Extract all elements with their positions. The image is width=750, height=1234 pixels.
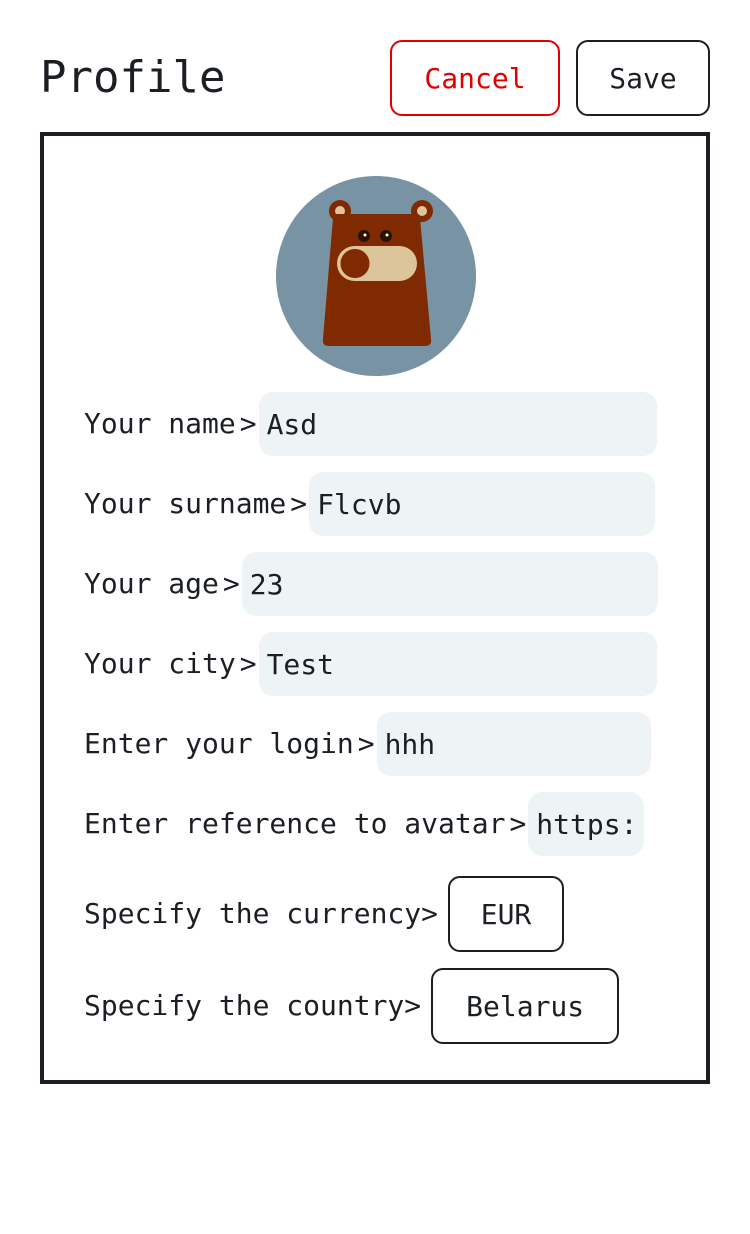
currency-row: Specify the currency > EUR — [84, 876, 565, 952]
age-label: Your age — [84, 567, 219, 600]
age-row: Your age > — [84, 552, 658, 616]
currency-select[interactable]: EUR — [448, 876, 565, 952]
login-row: Enter your login > — [84, 712, 651, 776]
chevron-right-icon: > — [404, 989, 422, 1022]
chevron-right-icon: > — [239, 647, 257, 680]
chevron-right-icon: > — [421, 897, 439, 930]
chevron-right-icon: > — [290, 487, 308, 520]
country-label: Specify the country — [84, 989, 405, 1022]
bear-avatar-icon — [276, 176, 476, 376]
chevron-right-icon: > — [357, 727, 375, 760]
surname-row: Your surname > — [84, 472, 656, 536]
avatar-url-label: Enter reference to avatar — [84, 807, 506, 840]
currency-label: Specify the currency — [84, 897, 422, 930]
country-row: Specify the country > Belarus — [84, 968, 620, 1044]
page-title: Profile — [40, 52, 226, 103]
login-input[interactable] — [376, 712, 651, 776]
city-input[interactable] — [258, 632, 657, 696]
surname-label: Your surname — [84, 487, 287, 520]
country-select[interactable]: Belarus — [431, 968, 620, 1044]
chevron-right-icon: > — [222, 567, 240, 600]
name-input[interactable] — [258, 392, 657, 456]
login-label: Enter your login — [84, 727, 354, 760]
avatar-url-row: Enter reference to avatar > — [84, 792, 645, 856]
chevron-right-icon: > — [509, 807, 527, 840]
name-row: Your name > — [84, 392, 657, 456]
surname-input[interactable] — [309, 472, 656, 536]
chevron-right-icon: > — [239, 407, 257, 440]
city-row: Your city > — [84, 632, 657, 696]
avatar-url-input[interactable] — [528, 792, 645, 856]
cancel-button[interactable]: Cancel — [390, 40, 560, 116]
name-label: Your name — [84, 407, 236, 440]
save-button[interactable]: Save — [576, 40, 710, 116]
age-input[interactable] — [241, 552, 658, 616]
city-label: Your city — [84, 647, 236, 680]
profile-card: Your name > Your surname > Your age > Yo… — [40, 132, 710, 1084]
